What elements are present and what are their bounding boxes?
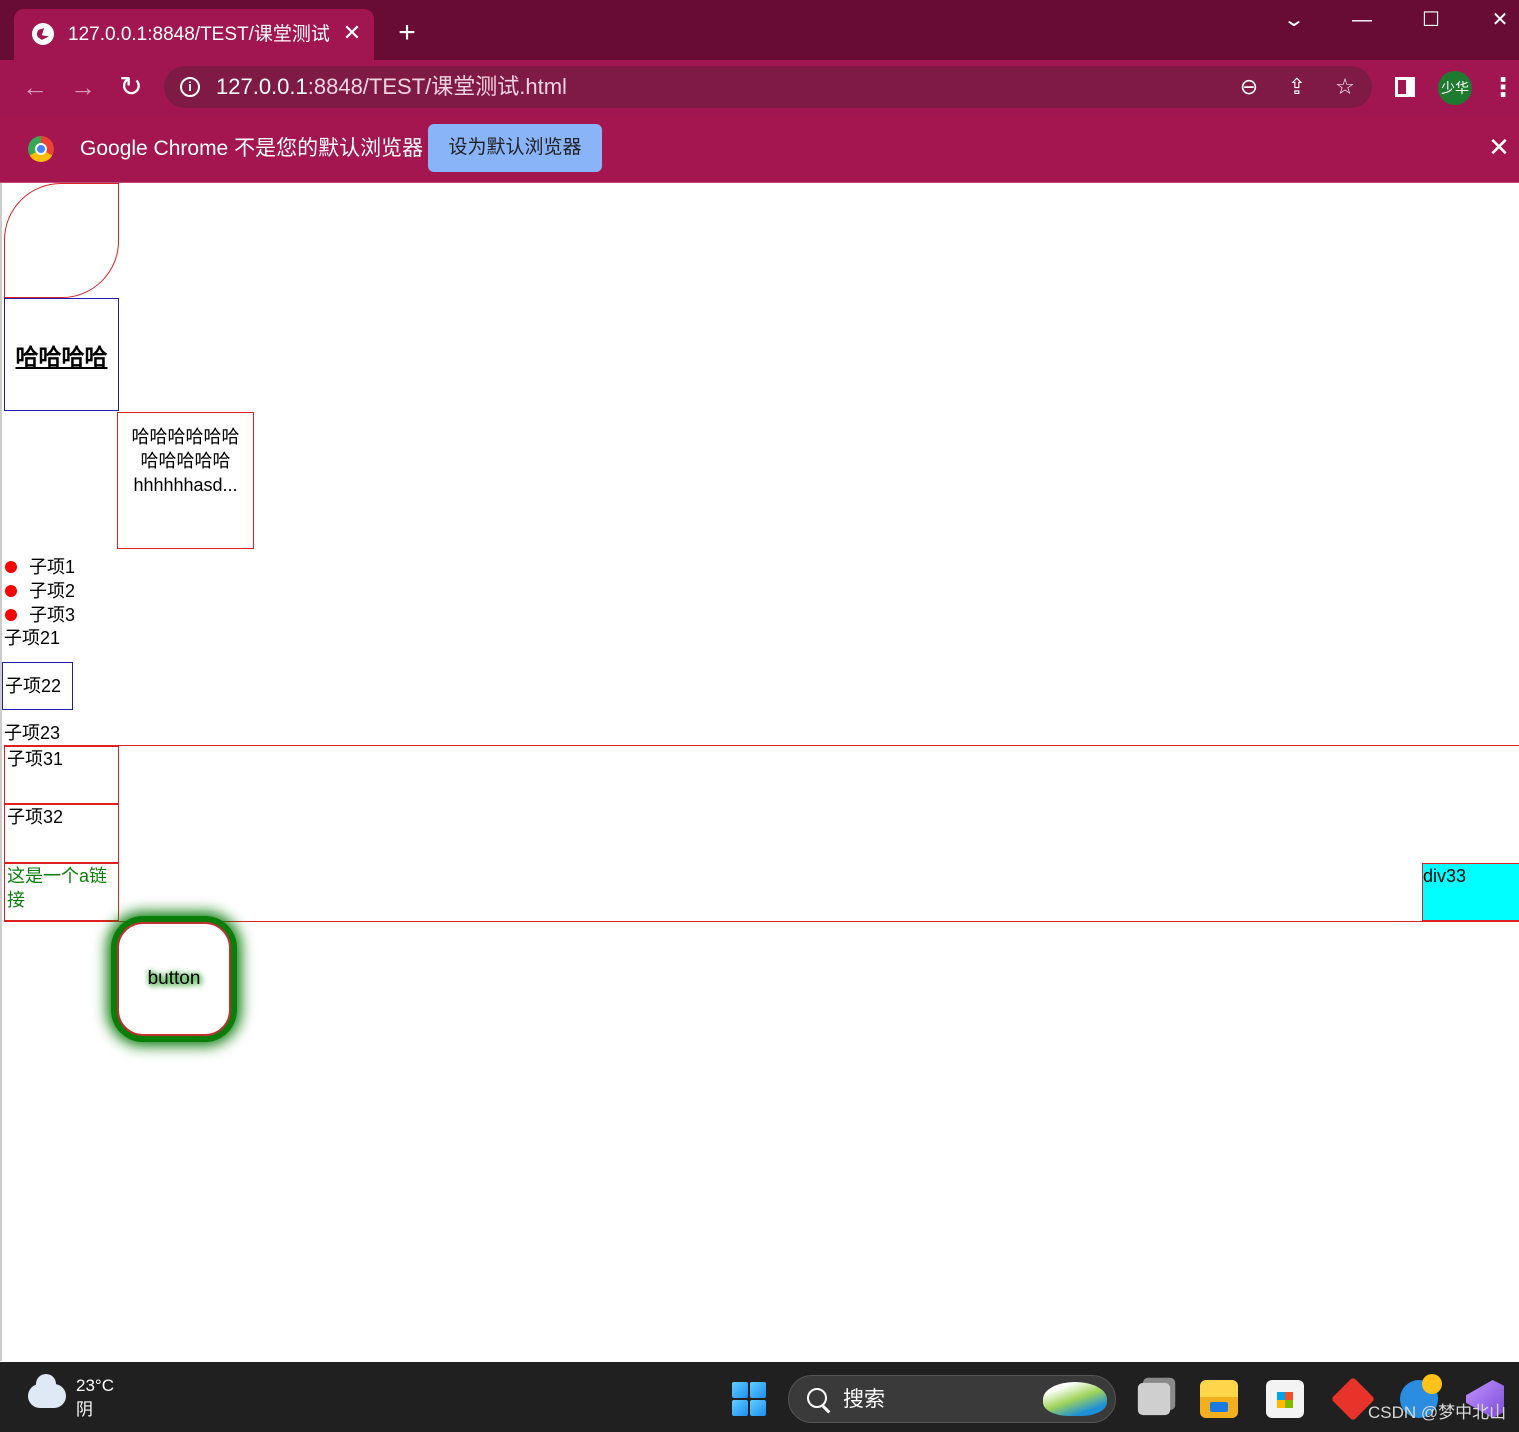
div33-box: div33: [1422, 863, 1519, 921]
chrome-logo-icon: [28, 136, 54, 162]
page-heading: 哈哈哈哈: [15, 343, 108, 370]
task-view-icon[interactable]: [1137, 1382, 1171, 1416]
taskbar-search[interactable]: 搜索: [788, 1375, 1116, 1423]
browser-tab-active[interactable]: 127.0.0.1:8848/TEST/课堂测试.h ✕: [14, 9, 374, 60]
cloud-icon[interactable]: [28, 1374, 66, 1408]
infobar-message: Google Chrome 不是您的默认浏览器: [80, 137, 424, 160]
list-item-boxed: 子项22: [2, 662, 73, 710]
csdn-watermark: CSDN @梦中北山: [1368, 1403, 1507, 1422]
list-item: 子项2: [4, 579, 75, 603]
flex-cell: 子项32: [4, 804, 119, 863]
anchor-link[interactable]: 这是一个a链接: [4, 863, 119, 921]
new-tab-icon[interactable]: +: [392, 18, 422, 48]
address-url[interactable]: 127.0.0.1:8848/TEST/课堂测试.html: [216, 74, 567, 100]
taskbar-search-label: 搜索: [843, 1388, 885, 1411]
set-default-browser-button[interactable]: 设为默认浏览器: [428, 124, 602, 172]
file-explorer-icon[interactable]: [1200, 1380, 1238, 1418]
microsoft-store-icon[interactable]: [1266, 1380, 1304, 1418]
text-box-line: 哈哈哈哈哈: [140, 451, 231, 471]
search-icon: [807, 1388, 827, 1408]
overflow-text-box: 哈哈哈哈哈哈 哈哈哈哈哈 hhhhhhasd...: [117, 412, 254, 549]
tab-close-icon[interactable]: ✕: [340, 21, 364, 45]
window-close-icon[interactable]: ✕: [1478, 6, 1519, 34]
list-item: 子项1: [4, 555, 75, 579]
url-host: 127.0.0.1: [216, 74, 308, 99]
forward-arrow-icon[interactable]: →: [68, 72, 98, 102]
list-item: 子项3: [4, 603, 75, 627]
styled-button[interactable]: button: [117, 922, 231, 1036]
tab-title: 127.0.0.1:8848/TEST/课堂测试.h: [68, 24, 330, 45]
text-box-line: 哈哈哈哈哈哈: [131, 427, 240, 447]
list-item: 子项21: [4, 628, 61, 648]
flex-cell: 子项31: [4, 746, 119, 804]
maximize-icon[interactable]: ☐: [1409, 6, 1453, 34]
weather-temperature[interactable]: 23°C: [76, 1376, 114, 1396]
search-highlight-image: [1043, 1382, 1107, 1416]
globe-icon: [32, 23, 54, 45]
reload-icon[interactable]: ↻: [116, 72, 146, 102]
browser-titlebar: 127.0.0.1:8848/TEST/课堂测试.h ✕ + ⌄ — ☐ ✕: [0, 0, 1519, 60]
bookmark-star-icon[interactable]: ☆: [1332, 74, 1358, 100]
address-bar[interactable]: i 127.0.0.1:8848/TEST/课堂测试.html ⊖ ⇪ ☆: [164, 66, 1372, 108]
heading-box: 哈哈哈哈: [4, 298, 119, 411]
windows-start-icon[interactable]: [732, 1382, 766, 1416]
menu-kebab-icon[interactable]: ⋮: [1490, 72, 1516, 102]
profile-avatar[interactable]: 少华: [1438, 71, 1472, 105]
weather-condition[interactable]: 阴: [76, 1400, 93, 1420]
flex-container: [4, 745, 1519, 922]
text-box-line: hhhhhhasd...: [133, 475, 238, 495]
list-item: 子项23: [4, 723, 61, 743]
zoom-icon[interactable]: ⊖: [1236, 74, 1262, 100]
default-browser-infobar: Google Chrome 不是您的默认浏览器 设为默认浏览器 ✕: [0, 116, 1519, 183]
url-path: :8848/TEST/课堂测试.html: [307, 74, 567, 99]
minimize-icon[interactable]: —: [1340, 6, 1384, 34]
share-icon[interactable]: ⇪: [1284, 74, 1310, 100]
rounded-corner-box: [4, 183, 119, 298]
page-viewport[interactable]: 哈哈哈哈 哈哈哈哈哈哈 哈哈哈哈哈 hhhhhhasd... 子项1 子项2 子…: [0, 183, 1519, 1361]
site-info-icon[interactable]: i: [180, 77, 200, 97]
side-panel-icon[interactable]: [1395, 77, 1415, 97]
windows-taskbar: 23°C 阴 搜索 CSDN @梦中北山: [0, 1362, 1519, 1432]
browser-toolbar: ← → ↻ i 127.0.0.1:8848/TEST/课堂测试.html ⊖ …: [0, 60, 1519, 116]
infobar-close-icon[interactable]: ✕: [1486, 134, 1512, 160]
tab-search-chevron-icon[interactable]: ⌄: [1263, 6, 1325, 34]
back-arrow-icon[interactable]: ←: [20, 72, 50, 102]
